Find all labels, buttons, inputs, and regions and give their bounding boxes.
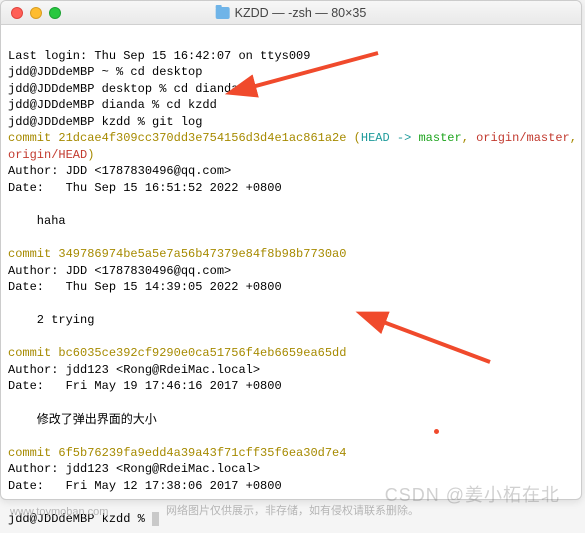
close-icon[interactable] [11,7,23,19]
commit-author: Author: jdd123 <Rong@RdeiMac.local> [8,363,260,377]
commit-hash: commit 6f5b76239fa9edd4a39a43f71cff35f6e… [8,446,346,460]
footer-center-text: 网络图片仅供展示，非存储，如有侵权请联系删除。 [166,502,419,518]
commit-author: Author: JDD <1787830496@qq.com> [8,164,231,178]
commit-author: Author: JDD <1787830496@qq.com> [8,264,231,278]
commit-date: Date: Thu Sep 15 16:51:52 2022 +0800 [8,181,282,195]
prompt-line: jdd@JDDdeMBP ~ % cd desktop [8,65,202,79]
window-controls [1,7,61,19]
footer-left-text: www.toymoban.com [10,506,108,518]
commit-date: Date: Fri May 19 17:46:16 2017 +0800 [8,379,282,393]
branch-master: master [418,131,461,145]
commit-hash: commit 21dcae4f309cc370dd3e754156d3d4e1a… [8,131,346,145]
commit-date: Date: Thu Sep 15 14:39:05 2022 +0800 [8,280,282,294]
ref-sep: , [462,131,476,145]
zoom-icon[interactable] [49,7,61,19]
commit-date: Date: Fri May 12 17:38:06 2017 +0800 [8,479,282,493]
branch-origin-master: origin/master [476,131,570,145]
commit-message: 2 trying [8,313,94,327]
ref-close: ) [87,148,94,162]
branch-origin-head: origin/HEAD [8,148,87,162]
cursor-icon [152,512,159,526]
commit-message: 修改了弹出界面的大小 [8,413,157,427]
prompt-line: jdd@JDDdeMBP desktop % cd dianda [8,82,238,96]
commit-message: haha [8,214,66,228]
prompt-line: jdd@JDDdeMBP kzdd % git log [8,115,202,129]
prompt-line: jdd@JDDdeMBP dianda % cd kzdd [8,98,217,112]
terminal-output[interactable]: Last login: Thu Sep 15 16:42:07 on ttys0… [1,25,581,533]
head-ref: HEAD -> [361,131,419,145]
ref-sep: , [570,131,581,145]
window-title: KZDD — -zsh — 80×35 [216,6,367,20]
title-text: KZDD — -zsh — 80×35 [235,6,367,20]
ref-open: ( [346,131,360,145]
commit-author: Author: jdd123 <Rong@RdeiMac.local> [8,462,260,476]
commit-hash: commit 349786974be5a5e7a56b47379e84f8b98… [8,247,346,261]
titlebar: KZDD — -zsh — 80×35 [1,1,581,25]
terminal-window: KZDD — -zsh — 80×35 Last login: Thu Sep … [0,0,582,500]
minimize-icon[interactable] [30,7,42,19]
red-dot-icon [434,429,439,434]
folder-icon [216,7,230,19]
commit-hash: commit bc6035ce392cf9290e0ca51756f4eb665… [8,346,346,360]
last-login-line: Last login: Thu Sep 15 16:42:07 on ttys0… [8,49,310,63]
